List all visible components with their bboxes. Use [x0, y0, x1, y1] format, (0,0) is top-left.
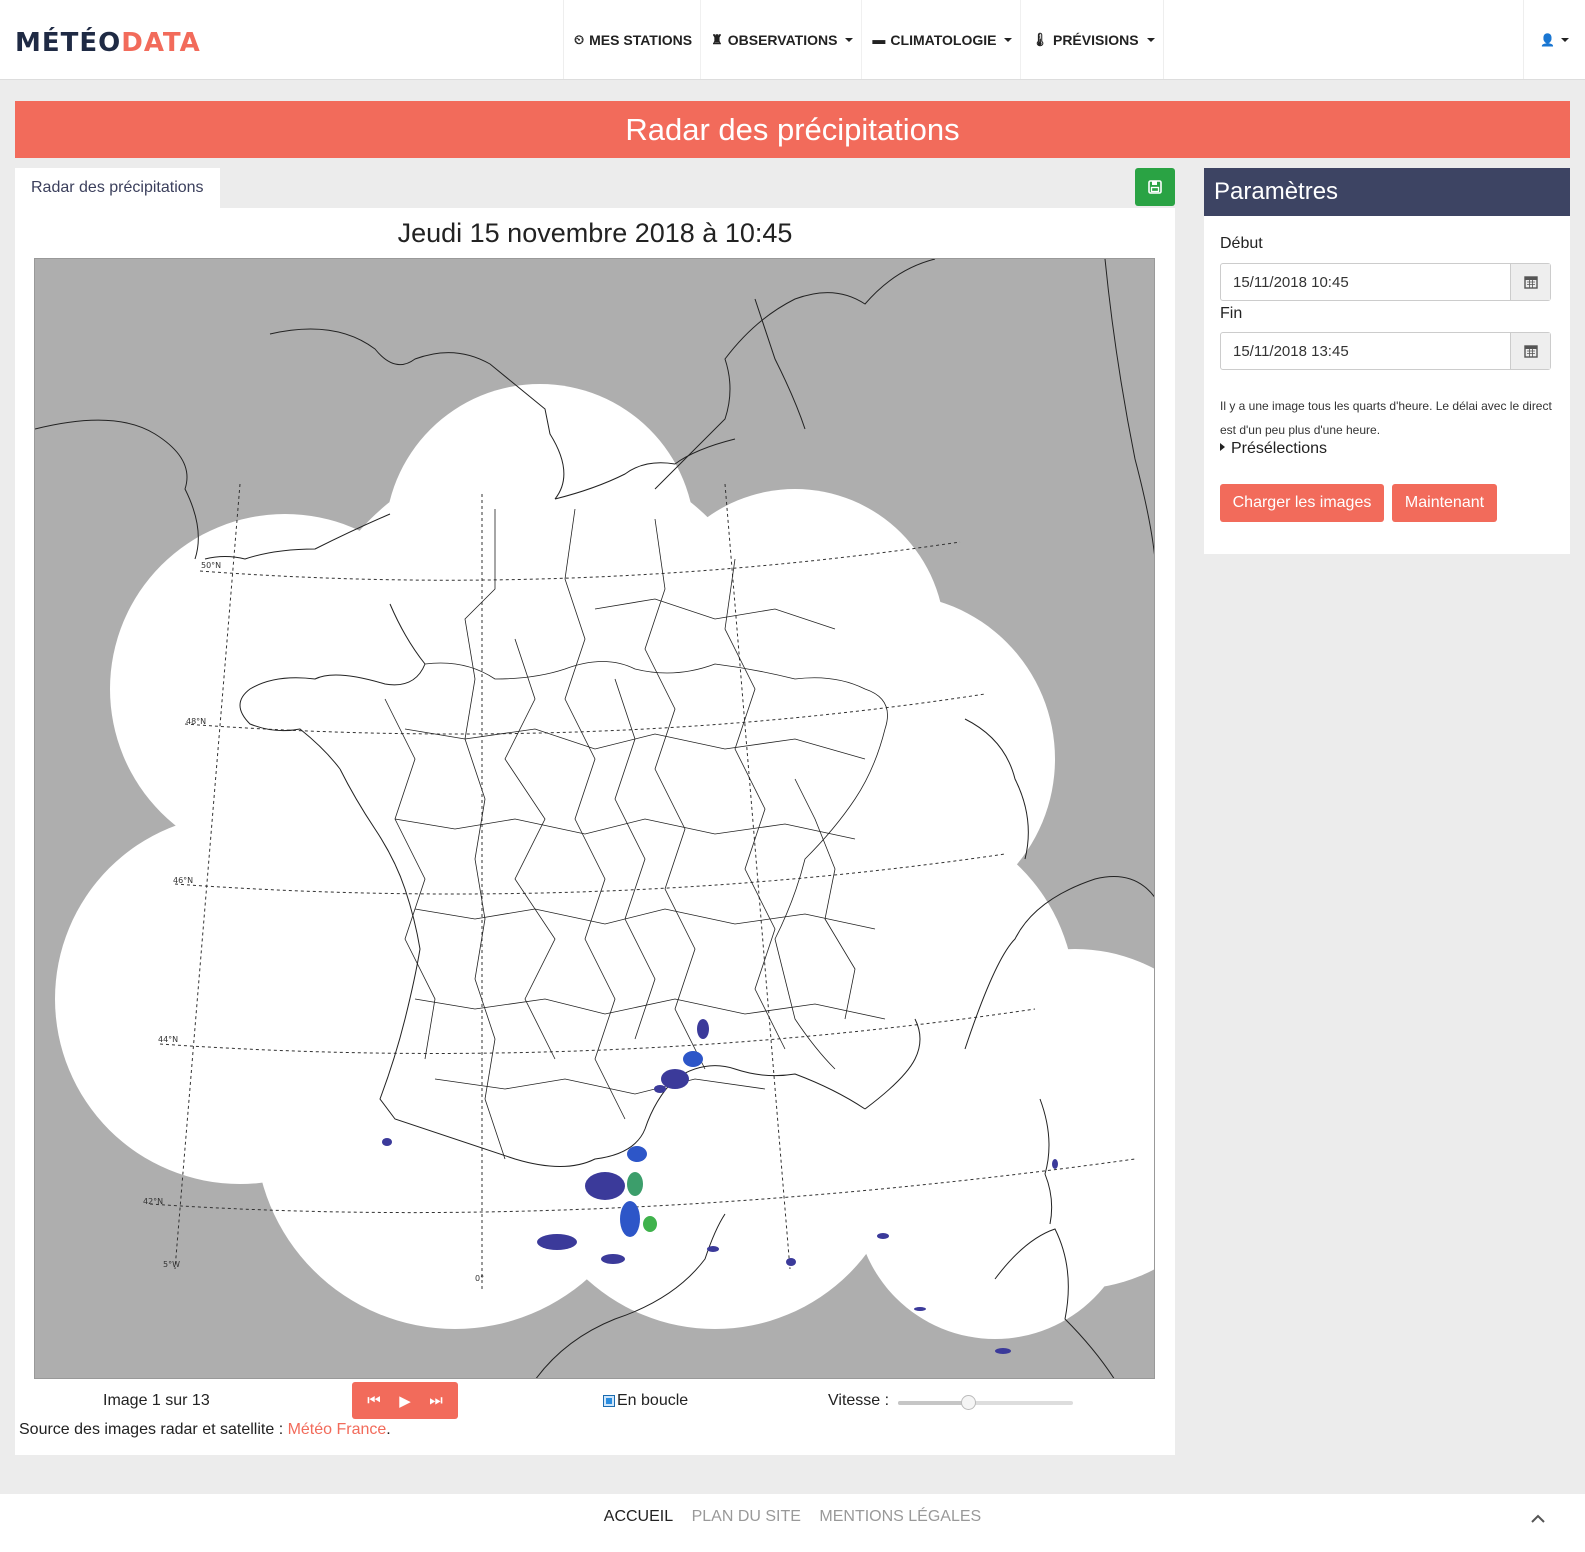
- footer-link-legal[interactable]: MENTIONS LÉGALES: [819, 1508, 981, 1525]
- frequency-note: Il y a une image tous les quarts d'heure…: [1220, 399, 1552, 437]
- source-link[interactable]: Météo France: [288, 1421, 387, 1438]
- footer-links: ACCUEIL PLAN DU SITE MENTIONS LÉGALES: [0, 1508, 1585, 1526]
- caret-down-icon: [1004, 37, 1013, 42]
- caret-right-icon: [1220, 443, 1225, 451]
- start-date-field[interactable]: 15/11/2018 10:45: [1220, 263, 1551, 301]
- back-to-top-icon[interactable]: [1531, 1510, 1545, 1528]
- speed-slider[interactable]: [898, 1395, 1073, 1410]
- top-navbar: MÉTÉODATA ⏲ MES STATIONS ♜ OBSERVATIONS …: [0, 0, 1585, 80]
- radar-panel: Jeudi 15 novembre 2018 à 10:45 50°N 48°N…: [15, 208, 1175, 1455]
- image-counter: Image 1 sur 13: [103, 1392, 210, 1409]
- nav-previsions[interactable]: 🌡 PRÉVISIONS: [1021, 0, 1162, 79]
- first-frame-button[interactable]: ⏮: [367, 1392, 381, 1409]
- main-menu: ⏲ MES STATIONS ♜ OBSERVATIONS ▬ CLIMATOL…: [563, 0, 1164, 79]
- preselections-label: Présélections: [1231, 440, 1328, 457]
- footer-link-home[interactable]: ACCUEIL: [604, 1508, 673, 1525]
- footer: ACCUEIL PLAN DU SITE MENTIONS LÉGALES: [0, 1494, 1585, 1552]
- now-button[interactable]: Maintenant: [1392, 484, 1497, 522]
- speed-label: Vitesse :: [828, 1392, 890, 1409]
- parameters-panel: Paramètres Début 15/11/2018 10:45 Fin 15…: [1204, 168, 1570, 554]
- load-images-button[interactable]: Charger les images: [1220, 484, 1384, 522]
- nav-label: MES STATIONS: [589, 31, 693, 48]
- radar-tabbar: Radar des précipitations: [15, 168, 1175, 208]
- play-button[interactable]: ▶: [399, 1392, 411, 1410]
- loop-toggle[interactable]: En boucle: [603, 1392, 688, 1410]
- source-suffix: .: [386, 1421, 391, 1438]
- logo-part-2: DATA: [121, 28, 201, 58]
- source-prefix: Source des images radar et satellite :: [19, 1421, 288, 1438]
- svg-text:5°W: 5°W: [163, 1260, 180, 1269]
- loop-checkbox[interactable]: [603, 1395, 615, 1407]
- floppy-icon: [1148, 180, 1162, 194]
- archive-icon: ▬: [872, 32, 886, 47]
- save-button[interactable]: [1135, 168, 1175, 206]
- calendar-icon[interactable]: [1510, 264, 1550, 300]
- end-date-value: 15/11/2018 13:45: [1233, 343, 1349, 360]
- logo-part-1: MÉTÉO: [15, 28, 122, 58]
- nav-mes-stations[interactable]: ⏲ MES STATIONS: [564, 0, 702, 79]
- end-label: Fin: [1220, 305, 1243, 322]
- user-icon: 👤: [1540, 32, 1555, 47]
- footer-link-sitemap[interactable]: PLAN DU SITE: [692, 1508, 801, 1525]
- svg-text:44°N: 44°N: [158, 1035, 178, 1044]
- preselections-toggle[interactable]: Présélections: [1220, 440, 1327, 458]
- svg-text:50°N: 50°N: [201, 561, 221, 570]
- tab-radar[interactable]: Radar des précipitations: [15, 168, 220, 208]
- nav-label: PRÉVISIONS: [1052, 31, 1139, 48]
- end-date-field[interactable]: 15/11/2018 13:45: [1220, 332, 1551, 370]
- calendar-icon[interactable]: [1510, 333, 1550, 369]
- page-title: Radar des précipitations: [625, 112, 960, 147]
- radar-map: 50°N 48°N 46°N 44°N 42°N 5°W 0°: [34, 258, 1155, 1379]
- caret-down-icon: [845, 37, 854, 42]
- start-label: Début: [1220, 235, 1263, 252]
- speed-slider-fill: [898, 1401, 968, 1405]
- map-datetime-title: Jeudi 15 novembre 2018 à 10:45: [397, 218, 793, 248]
- caret-down-icon: [1146, 37, 1155, 42]
- svg-text:0°: 0°: [475, 1274, 484, 1283]
- page-title-banner: Radar des précipitations: [15, 101, 1570, 158]
- svg-text:46°N: 46°N: [173, 876, 193, 885]
- last-frame-button[interactable]: ⏭: [429, 1392, 443, 1409]
- nav-climatologie[interactable]: ▬ CLIMATOLOGIE: [862, 0, 1022, 79]
- site-logo[interactable]: MÉTÉODATA: [15, 28, 201, 58]
- nav-observations[interactable]: ♜ OBSERVATIONS: [701, 0, 863, 79]
- speed-slider-handle[interactable]: [961, 1395, 976, 1410]
- animation-controls: Image 1 sur 13 ⏮ ▶ ⏭ En boucle Vitesse :: [15, 1380, 1175, 1420]
- player-button-group: ⏮ ▶ ⏭: [352, 1382, 458, 1419]
- svg-text:42°N: 42°N: [143, 1197, 163, 1206]
- dashboard-icon: ⏲: [574, 31, 585, 47]
- caret-down-icon: [1560, 37, 1569, 42]
- nav-label: CLIMATOLOGIE: [890, 31, 997, 48]
- binoculars-icon: ♜: [711, 31, 723, 47]
- user-menu[interactable]: 👤: [1523, 0, 1585, 79]
- radar-map-image: 50°N 48°N 46°N 44°N 42°N 5°W 0°: [35, 259, 1154, 1378]
- parameters-title: Paramètres: [1204, 168, 1570, 216]
- nav-label: OBSERVATIONS: [727, 31, 838, 48]
- start-date-value: 15/11/2018 10:45: [1233, 274, 1349, 291]
- svg-text:48°N: 48°N: [186, 717, 206, 726]
- thermometer-icon: 🌡: [1031, 31, 1048, 47]
- source-credit: Source des images radar et satellite : M…: [19, 1421, 391, 1439]
- loop-label: En boucle: [617, 1392, 689, 1409]
